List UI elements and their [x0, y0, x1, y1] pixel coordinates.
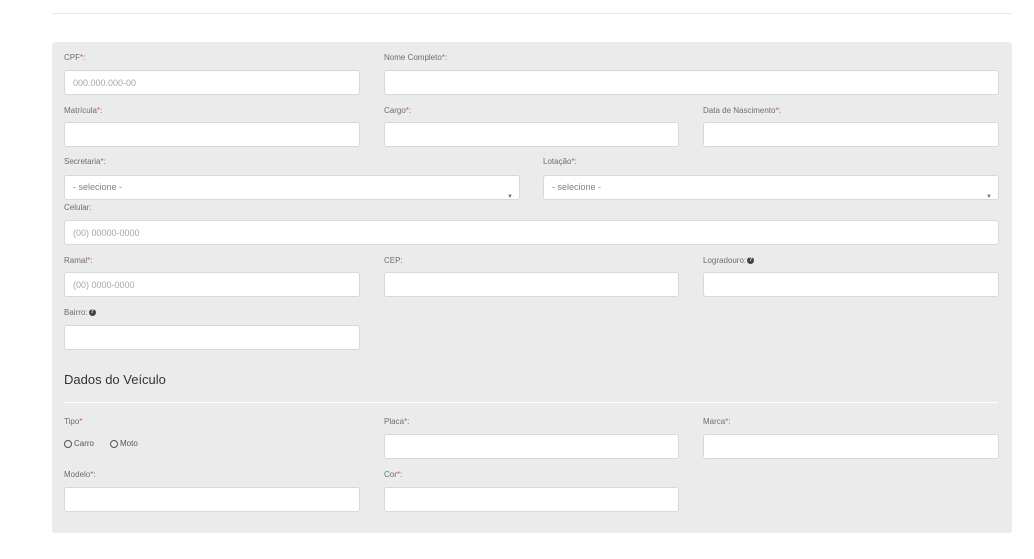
- celular-label: Celular:: [64, 203, 92, 212]
- secretaria-label: Secretaria*:: [64, 157, 106, 166]
- cor-input[interactable]: [384, 487, 679, 512]
- marca-label: Marca*:: [703, 417, 731, 426]
- cpf-input[interactable]: [64, 70, 360, 95]
- section-divider: [64, 402, 998, 403]
- lotacao-label: Lotação*:: [543, 157, 577, 166]
- help-icon[interactable]: ?: [88, 309, 96, 317]
- bairro-label: Bairro:?: [64, 308, 96, 317]
- radio-circle-icon[interactable]: [64, 439, 72, 448]
- radio-moto-label: Moto: [120, 439, 138, 448]
- nome-label: Nome Completo*:: [384, 53, 448, 62]
- nascimento-input[interactable]: [703, 122, 999, 147]
- radio-circle-icon[interactable]: [110, 439, 118, 448]
- cargo-input[interactable]: [384, 122, 679, 147]
- lotacao-select[interactable]: - selecione - ▼: [543, 175, 999, 200]
- nome-input[interactable]: [384, 70, 999, 95]
- secretaria-select[interactable]: - selecione - ▼: [64, 175, 520, 200]
- radio-moto[interactable]: Moto: [110, 439, 138, 448]
- matricula-input[interactable]: [64, 122, 360, 147]
- logradouro-input[interactable]: [703, 272, 999, 297]
- lotacao-selected: - selecione -: [552, 182, 602, 192]
- radio-carro[interactable]: Carro: [64, 439, 94, 448]
- secretaria-selected: - selecione -: [73, 182, 123, 192]
- cep-label: CEP:: [384, 256, 403, 265]
- chevron-down-icon: ▼: [986, 194, 992, 200]
- celular-input[interactable]: [64, 220, 999, 245]
- radio-carro-label: Carro: [74, 439, 95, 448]
- tipo-label: Tipo*: [64, 417, 83, 426]
- nascimento-label: Data de Nascimento*:: [703, 106, 781, 115]
- ramal-input[interactable]: [64, 272, 360, 297]
- logradouro-label: Logradouro:?: [703, 256, 755, 265]
- cep-input[interactable]: [384, 272, 679, 297]
- modelo-label: Modelo*:: [64, 470, 96, 479]
- bairro-input[interactable]: [64, 325, 360, 350]
- placa-input[interactable]: [384, 434, 679, 459]
- ramal-label: Ramal*:: [64, 256, 93, 265]
- cor-label: Cor*:: [384, 470, 403, 479]
- placa-label: Placa*:: [384, 417, 410, 426]
- cargo-label: Cargo*:: [384, 106, 412, 115]
- marca-input[interactable]: [703, 434, 999, 459]
- modelo-input[interactable]: [64, 487, 360, 512]
- help-icon[interactable]: ?: [747, 257, 755, 265]
- chevron-down-icon: ▼: [507, 194, 513, 200]
- matricula-label: Matrícula*:: [64, 106, 103, 115]
- cpf-label: CPF*:: [64, 53, 86, 62]
- top-divider: [52, 13, 1012, 14]
- vehicle-section-title: Dados do Veículo: [64, 372, 166, 387]
